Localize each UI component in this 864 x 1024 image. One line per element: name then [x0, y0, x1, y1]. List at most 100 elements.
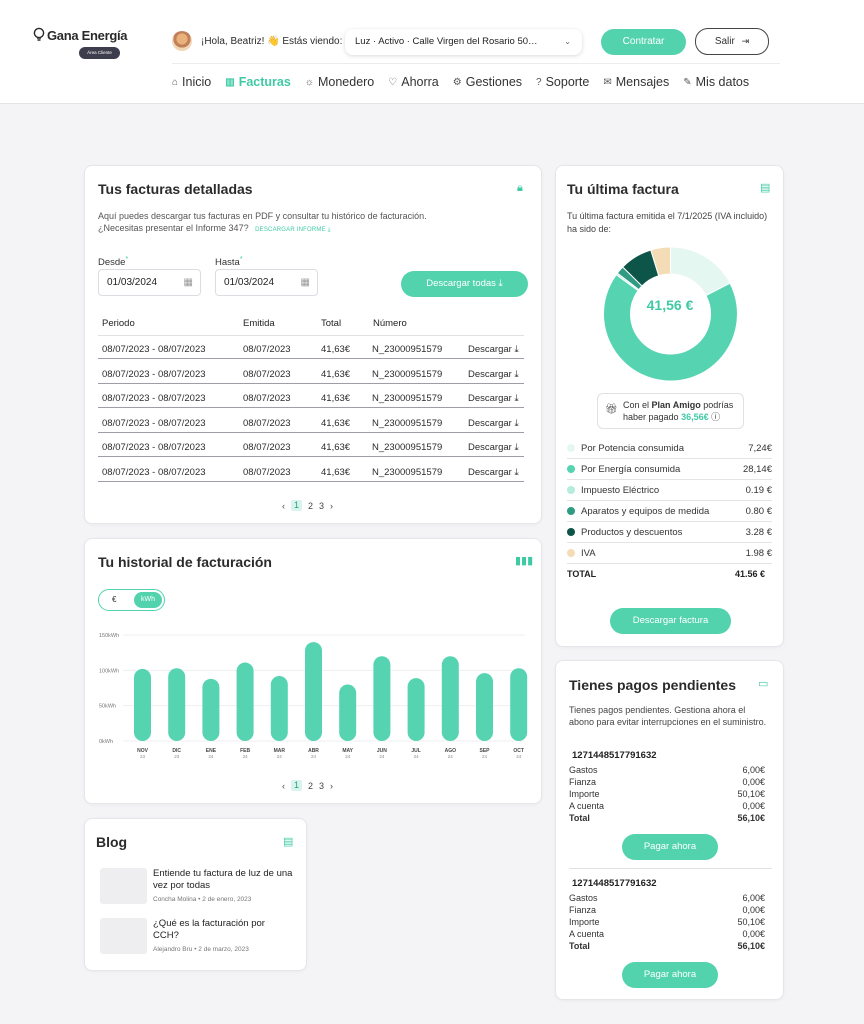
desde-label-text: Desde [98, 257, 126, 269]
ultima-factura-desc: Tu última factura emitida el 7/1/2025 (I… [567, 211, 768, 234]
bar-ene[interactable] [202, 678, 220, 741]
supply-select[interactable]: Luz · Activo · Calle Virgen del Rosario … [345, 29, 582, 55]
blog-post-title: ¿Qué es la facturación por CCH? [153, 918, 265, 941]
descargar-factura-button[interactable]: Descargar factura [610, 608, 731, 634]
pago-line: Gastos 6,00€ [569, 893, 765, 903]
blog-post[interactable]: Entiende tu factura de luz de una vez po… [100, 868, 295, 906]
pago-line-value: 0,00€ [742, 905, 765, 915]
page-2[interactable]: 2 [308, 501, 313, 511]
cell-numero: N_23000951579 [372, 393, 443, 404]
info-icon[interactable]: ⓘ [711, 412, 720, 422]
cell-periodo: 08/07/2023 - 08/07/2023 [102, 344, 206, 355]
bar-feb[interactable] [236, 662, 254, 741]
cell-periodo: 08/07/2023 - 08/07/2023 [102, 368, 206, 380]
salir-button[interactable]: Salir ⇥ [695, 28, 769, 55]
legend-dot [567, 486, 575, 494]
prev-page-icon[interactable]: ‹ [282, 781, 285, 791]
descargar-informe-link[interactable]: DESCARGAR INFORME ⤓ [255, 227, 330, 233]
nav-item-ahorra[interactable]: ♡ Ahorra [388, 75, 439, 89]
hasta-input[interactable]: 01/03/2024 ▦ [215, 269, 318, 296]
bar-sep[interactable] [476, 673, 493, 741]
legend-label: Productos y descuentos [581, 527, 683, 538]
descargar-link[interactable]: Descargar ⤓ [468, 393, 519, 404]
x-tick-year: 23 [140, 754, 146, 759]
nav-item-soporte[interactable]: ? Soporte [536, 75, 589, 89]
nav-label: Inicio [182, 75, 212, 89]
bar-mar[interactable] [270, 675, 288, 741]
historial-pager: ‹ 1 2 3 › [282, 780, 333, 791]
pago-total-value: 56,10€ [737, 941, 765, 951]
contratar-button[interactable]: Contratar [601, 29, 686, 55]
cell-numero: N_23000951579 [372, 344, 443, 355]
descargar-link[interactable]: Descargar ⤓ [468, 344, 519, 355]
blog-title: Blog [96, 834, 128, 850]
x-tick-year: 24 [243, 754, 249, 759]
descargar-link[interactable]: Descargar ⤓ [468, 442, 519, 453]
pagos-divider [569, 868, 772, 869]
sun-icon: ☼ [304, 76, 314, 88]
pago-line-value: 6,00€ [742, 765, 765, 775]
avatar[interactable] [172, 31, 192, 51]
bar-dic[interactable] [168, 668, 186, 741]
nav-item-mensajes[interactable]: ✉ Mensajes [603, 75, 669, 89]
pago-line: A cuenta 0,00€ [569, 801, 765, 811]
invoice-donut-chart [603, 246, 738, 382]
bar-may[interactable] [339, 684, 357, 741]
descargar-link[interactable]: Descargar ⤓ [468, 467, 519, 478]
legend-dot [567, 507, 575, 515]
top-header: Gana Energía Área Cliente ¡Hola, Beatriz… [0, 0, 864, 104]
desde-input[interactable]: 01/03/2024 ▦ [98, 269, 201, 296]
legend-dot [567, 528, 575, 536]
gear-icon: ⚙ [452, 76, 462, 88]
bar-ago[interactable] [441, 656, 459, 741]
pago-line: Importe 50,10€ [569, 917, 765, 927]
brand-logo[interactable]: Gana Energía [33, 27, 128, 43]
prev-page-icon[interactable]: ‹ [282, 501, 285, 511]
page-2[interactable]: 2 [308, 781, 313, 791]
pagos-card: Tienes pagos pendientes ▭ Tienes pagos p… [555, 660, 784, 1000]
pagar-ahora-button[interactable]: Pagar ahora [622, 834, 718, 860]
blog-post-title: Entiende tu factura de luz de una vez po… [153, 868, 293, 891]
nav-item-monedero[interactable]: ☼ Monedero [305, 75, 374, 89]
legend-row: Impuesto Eléctrico 0.19 € [567, 480, 772, 501]
leaf-icon: ♡ [388, 76, 398, 88]
page-3[interactable]: 3 [319, 501, 324, 511]
pago-line: Fianza 0,00€ [569, 905, 765, 915]
pagos-desc: Tienes pagos pendientes. Gestiona ahora … [569, 705, 767, 727]
page-3[interactable]: 3 [319, 781, 324, 791]
nav-item-facturas[interactable]: ▥ Facturas [225, 75, 291, 89]
cell-total: 41,63€ [321, 442, 351, 453]
nav-label: Soporte [545, 75, 590, 89]
x-tick-year: 24 [345, 754, 351, 759]
lock-icon: 🔒︎ [517, 182, 523, 194]
nav-item-gestiones[interactable]: ⚙ Gestiones [453, 75, 522, 89]
nav-item-mis-datos[interactable]: ✎ Mis datos [683, 75, 749, 89]
col-header-total: Total [321, 318, 342, 329]
mail-icon: ✉ [603, 76, 612, 88]
cell-emitida: 08/07/2023 [243, 466, 291, 478]
next-page-icon[interactable]: › [330, 781, 333, 791]
pago-line-label: A cuenta [569, 929, 605, 939]
desde-value: 01/03/2024 [107, 277, 158, 288]
nav-label: Gestiones [465, 75, 523, 89]
bar-nov[interactable] [134, 668, 151, 741]
legend-label: Por Potencia consumida [581, 443, 684, 454]
bar-oct[interactable] [510, 668, 528, 741]
descargar-link[interactable]: Descargar ⤓ [468, 418, 519, 429]
pago-line-value: 0,00€ [742, 801, 765, 811]
next-page-icon[interactable]: › [330, 501, 333, 511]
nav-item-inicio[interactable]: ⌂ Inicio [172, 75, 211, 89]
bar-jul[interactable] [407, 678, 425, 741]
blog-card: Blog ▤ Entiende tu factura de luz de una… [84, 818, 307, 971]
pagar-ahora-button[interactable]: Pagar ahora [622, 962, 718, 988]
page-1[interactable]: 1 [291, 500, 302, 511]
logout-icon: ⇥ [741, 36, 750, 46]
blog-post[interactable]: ¿Qué es la facturación por CCH? Alejandro… [100, 918, 295, 956]
descargar-link[interactable]: Descargar ⤓ [468, 369, 519, 380]
x-tick-year: 24 [448, 754, 454, 759]
descargar-todas-button[interactable]: Descargar todas ⤓ [401, 271, 528, 297]
page-1[interactable]: 1 [291, 780, 302, 791]
donut-slice-1[interactable] [603, 273, 738, 382]
bar-jun[interactable] [373, 656, 391, 741]
bar-abr[interactable] [305, 642, 322, 741]
